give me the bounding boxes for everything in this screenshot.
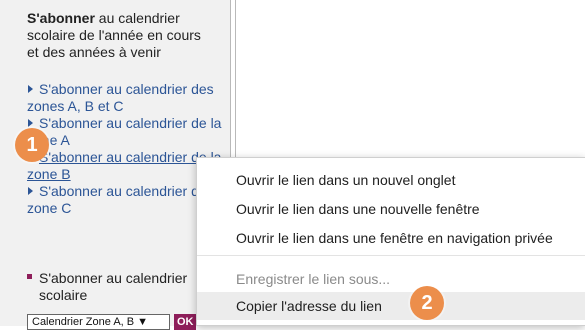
menu-item-open-new-tab[interactable]: Ouvrir le lien dans un nouvel onglet [197,166,585,194]
menu-item-save-link-as: Enregistrer le lien sous... [236,271,391,287]
calendar-zone-select[interactable]: Calendrier Zone A, B ▼ [27,314,170,330]
arrow-right-icon [28,187,33,195]
bullet-square-icon [27,274,32,279]
subscribe-intro-text: S'abonner au calendrier scolaire de l'an… [27,10,213,61]
ok-button[interactable]: OK [174,314,196,330]
arrow-right-icon [28,119,33,127]
step-2-badge: 2 [410,286,444,320]
link-zones-abc[interactable]: S'abonner au calendrier des zones A, B e… [27,81,227,115]
menu-item-open-new-window[interactable]: Ouvrir le lien dans une nouvelle fenêtre [197,195,585,223]
link-zone-a[interactable]: S'abonner au calendrier de la zone A [27,115,227,149]
menu-separator [197,255,585,256]
arrow-right-icon [28,85,33,93]
context-menu: Ouvrir le lien dans un nouvel onglet Ouv… [196,157,585,326]
intro-bold: S'abonner [27,10,95,26]
menu-item-open-private-window[interactable]: Ouvrir le lien dans une fenêtre en navig… [197,224,585,252]
step-1-badge: 1 [15,128,49,162]
menu-item-copy-link-address[interactable]: Copier l'adresse du lien [197,292,585,320]
